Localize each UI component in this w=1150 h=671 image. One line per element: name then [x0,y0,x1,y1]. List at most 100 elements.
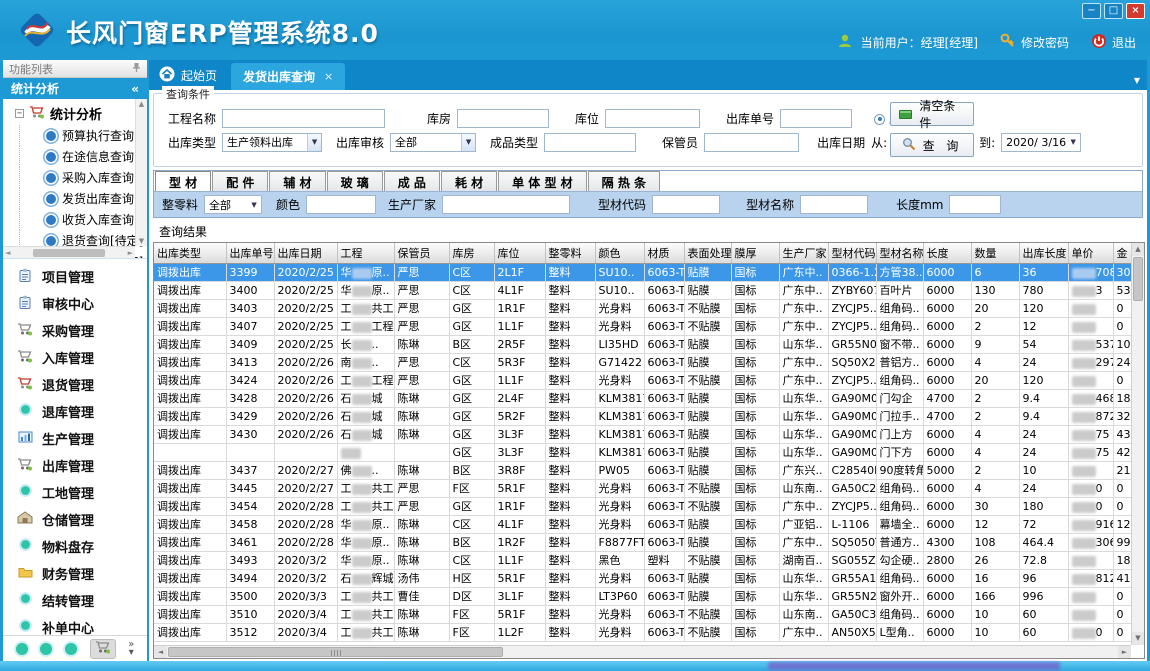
length-input[interactable] [949,195,1001,214]
product-type-input[interactable] [544,133,636,152]
material-tab-1[interactable]: 型 材 [155,171,211,191]
table-row[interactable]: 调拨出库34032020/2/25工共工程严思G区1R1F整料光身料6063-T… [154,300,1137,318]
table-row[interactable]: 调拨出库34092020/2/25长..陈琳B区2R5F整料LI35HD6063… [154,336,1137,354]
column-header[interactable]: 出库类型 [154,243,226,264]
table-row[interactable]: 调拨出库35102020/3/4工共工程陈琳F区5R1F整料光身料6063-T5… [154,606,1137,624]
tree-vertical-scrollbar[interactable]: ▲▼ [135,99,147,246]
sidebar-item-补单中心[interactable]: 补单中心 [3,614,147,635]
sidebar-item-审核中心[interactable]: 审核中心 [3,290,147,317]
logout-button[interactable]: 退出 [1091,33,1136,52]
tab-close-icon[interactable]: × [324,70,333,83]
column-header[interactable]: 型材名称 [876,243,923,264]
table-row[interactable]: 调拨出库34582020/2/28华原..陈琳C区4L1F整料光身料6063-T… [154,516,1137,534]
location-input[interactable] [605,109,700,128]
table-row[interactable]: 调拨出库34612020/2/28华原..陈琳B区1R2F整料F8877FT60… [154,534,1137,552]
column-header[interactable]: 出库单号 [226,243,274,264]
column-header[interactable]: 单价 [1068,243,1113,264]
table-row[interactable]: 调拨出库34242020/2/26工工程严思G区1L1F整料光身料6063-T5… [154,372,1137,390]
table-row[interactable]: 调拨出库35122020/3/4工共工程陈琳F区1L2F整料光身料6063-T5… [154,624,1137,642]
column-header[interactable]: 库房 [449,243,494,264]
table-row[interactable]: 调拨出库34072020/2/25工工程严思G区1L1F整料光身料6063-T5… [154,318,1137,336]
date-to-picker[interactable]: 2020/ 3/16▼ [1001,133,1081,152]
keeper-input[interactable] [704,133,799,152]
scroll-down-icon[interactable]: ▼ [1132,632,1144,645]
material-tab-5[interactable]: 成 品 [384,171,440,191]
sidebar-item-财务管理[interactable]: 财务管理 [3,560,147,587]
tree-horizontal-scrollbar[interactable]: ◄► [3,246,135,258]
material-tab-7[interactable]: 单 体 型 材 [498,171,587,191]
sidebar-item-退库管理[interactable]: 退库管理 [3,398,147,425]
material-tab-6[interactable]: 耗 材 [441,171,497,191]
vscroll-thumb[interactable] [1133,257,1143,301]
column-header[interactable]: 数量 [971,243,1019,264]
dock-dot-icon[interactable] [16,643,28,655]
audit-combobox[interactable]: 全部▼ [390,133,476,152]
sidebar-item-结转管理[interactable]: 结转管理 [3,587,147,614]
profile-code-input[interactable] [652,195,720,214]
tree-expander-icon[interactable]: − [15,109,24,118]
pin-icon[interactable] [132,62,141,76]
column-header[interactable]: 出库长度 [1019,243,1068,264]
table-row[interactable]: 调拨出库33992020/2/25华原..严思C区2L1F整料SU10..606… [154,264,1137,282]
dock-more-button[interactable]: »▾ [128,641,134,657]
table-row[interactable]: 调拨出库34942020/3/2石辉城汤伟H区5R1F整料光身料6063-T5贴… [154,570,1137,588]
clear-conditions-button[interactable]: 清空条件 [890,102,974,126]
scroll-left-icon[interactable]: ◄ [154,646,167,658]
material-tab-8[interactable]: 隔 热 条 [588,171,660,191]
sidebar-item-退货管理[interactable]: 退货管理 [3,371,147,398]
material-tab-3[interactable]: 辅 材 [269,171,325,191]
column-header[interactable]: 膜厚 [731,243,779,264]
hscroll-thumb[interactable] [168,647,503,657]
table-row[interactable]: 调拨出库34282020/2/26石城陈琳G区2L4F整料KLM38176063… [154,390,1137,408]
table-row[interactable]: 调拨出库35002020/3/3工共工程曹佳D区3L1F整料LT3P606063… [154,588,1137,606]
dock-dot-icon[interactable] [40,643,52,655]
color-input[interactable] [306,195,376,214]
tabstrip-dropdown-icon[interactable]: ▼ [1134,76,1140,85]
sidebar-item-物料盘存[interactable]: 物料盘存 [3,533,147,560]
column-header[interactable]: 库位 [494,243,545,264]
material-tab-2[interactable]: 配 件 [212,171,268,191]
sidebar-item-生产管理[interactable]: 生产管理 [3,425,147,452]
column-header[interactable]: 颜色 [595,243,644,264]
tree-item[interactable]: 收货入库查询 [19,209,135,230]
scroll-up-icon[interactable]: ▲ [1132,243,1144,256]
column-header[interactable]: 长度 [923,243,971,264]
change-password-button[interactable]: 修改密码 [1000,33,1069,52]
column-header[interactable]: 工程 [337,243,394,264]
table-row[interactable]: 调拨出库34002020/2/25华原..严思C区4L1F整料SU10..606… [154,282,1137,300]
column-header[interactable]: 整零料 [545,243,595,264]
tree-item[interactable]: 预算执行查询 [19,125,135,146]
grid-vertical-scrollbar[interactable]: ▲ ▼ [1131,243,1144,645]
table-row[interactable]: 调拨出库34132020/2/26南..严思C区5R3F整料G714226063… [154,354,1137,372]
table-row[interactable]: 调拨出库34542020/2/28工共工程严思G区1R1F整料光身料6063-T… [154,498,1137,516]
material-tab-4[interactable]: 玻 璃 [327,171,383,191]
warehouse-input[interactable] [457,109,549,128]
table-row[interactable]: G区3L3F整料KLM38176063-T5贴膜国标山东华..GA90M09.门… [154,444,1137,462]
sidebar-item-采购管理[interactable]: 采购管理 [3,317,147,344]
table-row[interactable]: 调拨出库34372020/2/27佛..陈琳B区3R8F整料PW056063-T… [154,462,1137,480]
profile-name-input[interactable] [800,195,868,214]
tree-item[interactable]: 发货出库查询 [19,188,135,209]
minimize-button[interactable]: − [1082,3,1101,19]
order-no-input[interactable] [780,109,852,128]
maximize-button[interactable]: □ [1104,3,1123,19]
factory-input[interactable] [442,195,570,214]
statistics-group-header[interactable]: 统计分析 « [3,78,147,99]
column-header[interactable]: 型材代码 [828,243,876,264]
dock-dot-icon[interactable] [65,643,77,655]
tab-active[interactable]: 发货出库查询 × [231,63,345,90]
grid-horizontal-scrollbar[interactable]: ◄ ► [154,645,1131,658]
tree-item[interactable]: 采购入库查询 [19,167,135,188]
sidebar-item-项目管理[interactable]: 项目管理 [3,263,147,290]
column-header[interactable]: 生产厂家 [779,243,828,264]
close-button[interactable]: × [1126,3,1145,19]
scroll-right-icon[interactable]: ► [1118,646,1131,658]
column-header[interactable]: 表面处理 [684,243,731,264]
out-type-combobox[interactable]: 生产领料出库▼ [222,133,322,152]
table-row[interactable]: 调拨出库34452020/2/27工共工程严思F区5R1F整料光身料6063-T… [154,480,1137,498]
tree-item[interactable]: 在途信息查询[待 [19,146,135,167]
table-row[interactable]: 调拨出库34932020/3/2华原..陈琳C区1L1F整料黑色塑料不贴膜国标湖… [154,552,1137,570]
table-row[interactable]: 调拨出库34292020/2/26石城陈琳G区5R2F整料KLM38176063… [154,408,1137,426]
column-header[interactable]: 材质 [644,243,684,264]
sidebar-item-入库管理[interactable]: 入库管理 [3,344,147,371]
